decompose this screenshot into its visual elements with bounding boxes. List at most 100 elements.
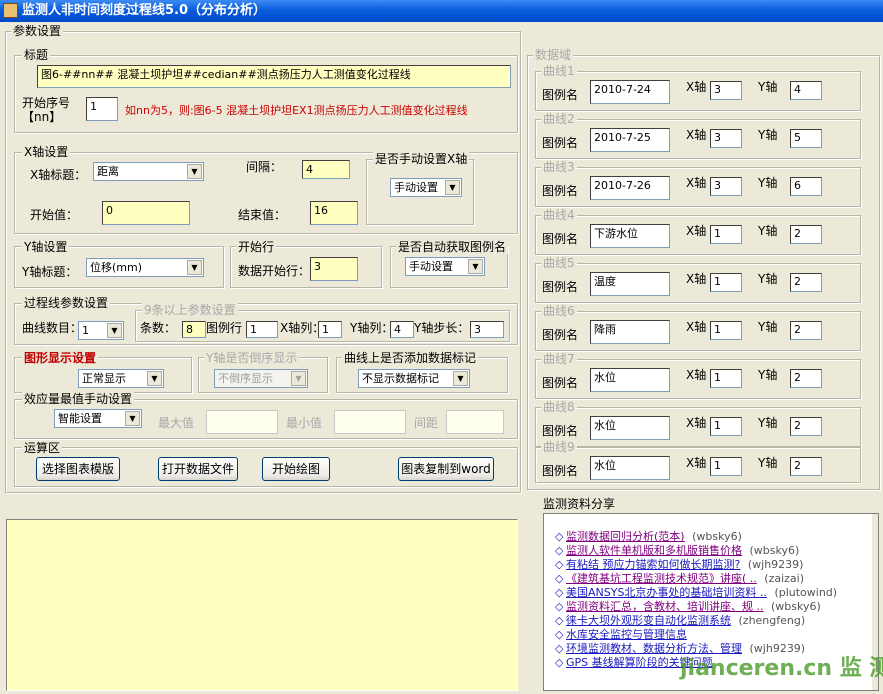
display-legend: 图形显示设置 [22, 351, 99, 365]
xaxis-title-select[interactable]: 距离 ▼ [93, 162, 204, 181]
curve-x-input[interactable]: 1 [710, 417, 742, 436]
curve-name-input[interactable]: 水位 [590, 416, 670, 440]
yreverse-value: 不倒序显示 [218, 372, 273, 385]
share-item[interactable]: ◇ 《建筑基坑工程监测技术规范》讲座( .. (zaizai) [552, 572, 874, 586]
output-log-area[interactable] [6, 519, 518, 691]
share-item[interactable]: ◇ 徕卡大坝外观形变自动化监测系统 (zhengfeng) [552, 614, 874, 628]
gap-input[interactable] [446, 410, 504, 434]
start-no-input[interactable]: 1 [86, 97, 118, 121]
share-item[interactable]: ◇ 水库安全监控与管理信息 [552, 628, 874, 642]
curve-name-input[interactable]: 2010-7-24 [590, 80, 670, 104]
curve-y-input[interactable]: 2 [790, 417, 822, 436]
ycol-input[interactable]: 4 [390, 321, 414, 338]
xaxis-end-input[interactable]: 16 [310, 201, 358, 225]
datalabel-value: 不显示数据标记 [362, 372, 439, 385]
curve-x-input[interactable]: 1 [710, 273, 742, 292]
chevron-down-icon: ▼ [468, 259, 483, 274]
curve-x-input[interactable]: 3 [710, 129, 742, 148]
share-item-link[interactable]: 徕卡大坝外观形变自动化监测系统 [566, 614, 731, 627]
start-row-input[interactable]: 3 [310, 257, 358, 281]
extreme-legend: 效应量最值手动设置 [22, 392, 135, 406]
xaxis-manual-select[interactable]: 手动设置 ▼ [390, 178, 462, 197]
yaxis-title-select[interactable]: 位移(mm) ▼ [86, 258, 204, 277]
share-item[interactable]: ◇ 有粘结 预应力锚索如何做长期监测? (wjh9239) [552, 558, 874, 572]
share-item-link[interactable]: 《建筑基坑工程监测技术规范》讲座( .. [566, 572, 757, 585]
curve-legend: 曲线9 [541, 440, 577, 454]
curve-name-input[interactable]: 2010-7-26 [590, 176, 670, 200]
curve-x-label: X轴 [686, 456, 707, 470]
curve-y-input[interactable]: 6 [790, 177, 822, 196]
extreme-mode-select[interactable]: 智能设置 ▼ [54, 409, 142, 428]
share-item[interactable]: ◇ 监测资料汇总，含教材、培训讲座、规 .. (wbsky6) [552, 600, 874, 614]
xaxis-manual-value: 手动设置 [394, 181, 438, 194]
ops-legend: 运算区 [22, 441, 63, 455]
share-list: ◇ 监测数据回归分析(范本) (wbsky6) ◇ 监测人软件单机版和多机版销售… [552, 530, 874, 670]
bars-input[interactable]: 8 [182, 321, 206, 338]
curve-x-input[interactable]: 1 [710, 457, 742, 476]
curve-x-input[interactable]: 3 [710, 177, 742, 196]
curve-x-label: X轴 [686, 128, 707, 142]
curve-y-input[interactable]: 2 [790, 321, 822, 340]
curve-x-input[interactable]: 1 [710, 369, 742, 388]
datalabel-select[interactable]: 不显示数据标记 ▼ [358, 369, 470, 388]
share-item-link[interactable]: 监测资料汇总，含教材、培训讲座、规 .. [566, 600, 764, 613]
curve-legend: 曲线5 [541, 256, 577, 270]
chevron-down-icon: ▼ [187, 164, 202, 179]
curve-name-input[interactable]: 下游水位 [590, 224, 670, 248]
curve-name-input[interactable]: 水位 [590, 456, 670, 480]
select-template-button[interactable]: 选择图表模版 [36, 457, 120, 481]
max-input[interactable] [206, 410, 278, 434]
share-item-link[interactable]: 监测数据回归分析(范本) [566, 530, 685, 543]
watermark: jianceren.cn 监 测 人 [680, 656, 883, 681]
curve-y-input[interactable]: 4 [790, 81, 822, 100]
title-group-legend: 标题 [22, 48, 51, 62]
curve-y-input[interactable]: 2 [790, 273, 822, 292]
auto-legend-select[interactable]: 手动设置 ▼ [405, 257, 485, 276]
start-draw-button[interactable]: 开始绘图 [262, 457, 330, 481]
curve-name-input[interactable]: 2010-7-25 [590, 128, 670, 152]
curve-y-input[interactable]: 5 [790, 129, 822, 148]
curve-name-label: 图例名 [542, 424, 579, 438]
curve-legend: 曲线7 [541, 352, 577, 366]
auto-legend-value: 手动设置 [409, 260, 453, 273]
share-item-link[interactable]: 水库安全监控与管理信息 [566, 628, 687, 641]
copy-to-word-button[interactable]: 图表复制到word [398, 457, 494, 481]
curve-count-select[interactable]: 1 ▼ [78, 321, 124, 340]
curve-x-input[interactable]: 3 [710, 81, 742, 100]
diamond-icon: ◇ [555, 586, 564, 599]
curve-x-input[interactable]: 1 [710, 321, 742, 340]
share-item-link[interactable]: 美国ANSYS北京办事处的基础培训资料 .. [566, 586, 767, 599]
share-item-author: (wbsky6) [749, 544, 800, 557]
curve-legend: 曲线2 [541, 112, 577, 126]
xaxis-title-value: 距离 [97, 165, 119, 178]
yreverse-select[interactable]: 不倒序显示 ▼ [214, 369, 308, 388]
share-item[interactable]: ◇ 美国ANSYS北京办事处的基础培训资料 .. (plutowind) [552, 586, 874, 600]
share-item[interactable]: ◇ 监测人软件单机版和多机版销售价格 (wbsky6) [552, 544, 874, 558]
share-item[interactable]: ◇ 监测数据回归分析(范本) (wbsky6) [552, 530, 874, 544]
legend-row-input[interactable]: 1 [246, 321, 278, 338]
xaxis-start-input[interactable]: 0 [102, 201, 190, 225]
xcol-input[interactable]: 1 [318, 321, 342, 338]
ystep-input[interactable]: 3 [470, 321, 504, 338]
curve-name-label: 图例名 [542, 280, 579, 294]
curve-name-input[interactable]: 水位 [590, 368, 670, 392]
diamond-icon: ◇ [555, 614, 564, 627]
start-row-label: 数据开始行： [238, 264, 311, 278]
min-input[interactable] [334, 410, 406, 434]
curve-name-input[interactable]: 温度 [590, 272, 670, 296]
open-data-file-button[interactable]: 打开数据文件 [158, 457, 238, 481]
xaxis-interval-input[interactable]: 4 [302, 160, 350, 179]
curve-y-input[interactable]: 2 [790, 369, 822, 388]
gap-label: 间距 [414, 416, 439, 430]
curve-x-input[interactable]: 1 [710, 225, 742, 244]
share-item-link[interactable]: 监测人软件单机版和多机版销售价格 [566, 544, 742, 557]
share-item-link[interactable]: 有粘结 预应力锚索如何做长期监测? [566, 558, 740, 571]
curve-x-label: X轴 [686, 320, 707, 334]
display-select[interactable]: 正常显示 ▼ [78, 369, 164, 388]
chart-title-input[interactable]: 图6-##nn## 混凝土坝护坦##cedian##测点扬压力人工测值变化过程线 [37, 65, 511, 88]
curve-legend: 曲线3 [541, 160, 577, 174]
curve-name-input[interactable]: 降雨 [590, 320, 670, 344]
curve-y-label: Y轴 [758, 224, 778, 238]
curve-y-input[interactable]: 2 [790, 457, 822, 476]
curve-y-input[interactable]: 2 [790, 225, 822, 244]
